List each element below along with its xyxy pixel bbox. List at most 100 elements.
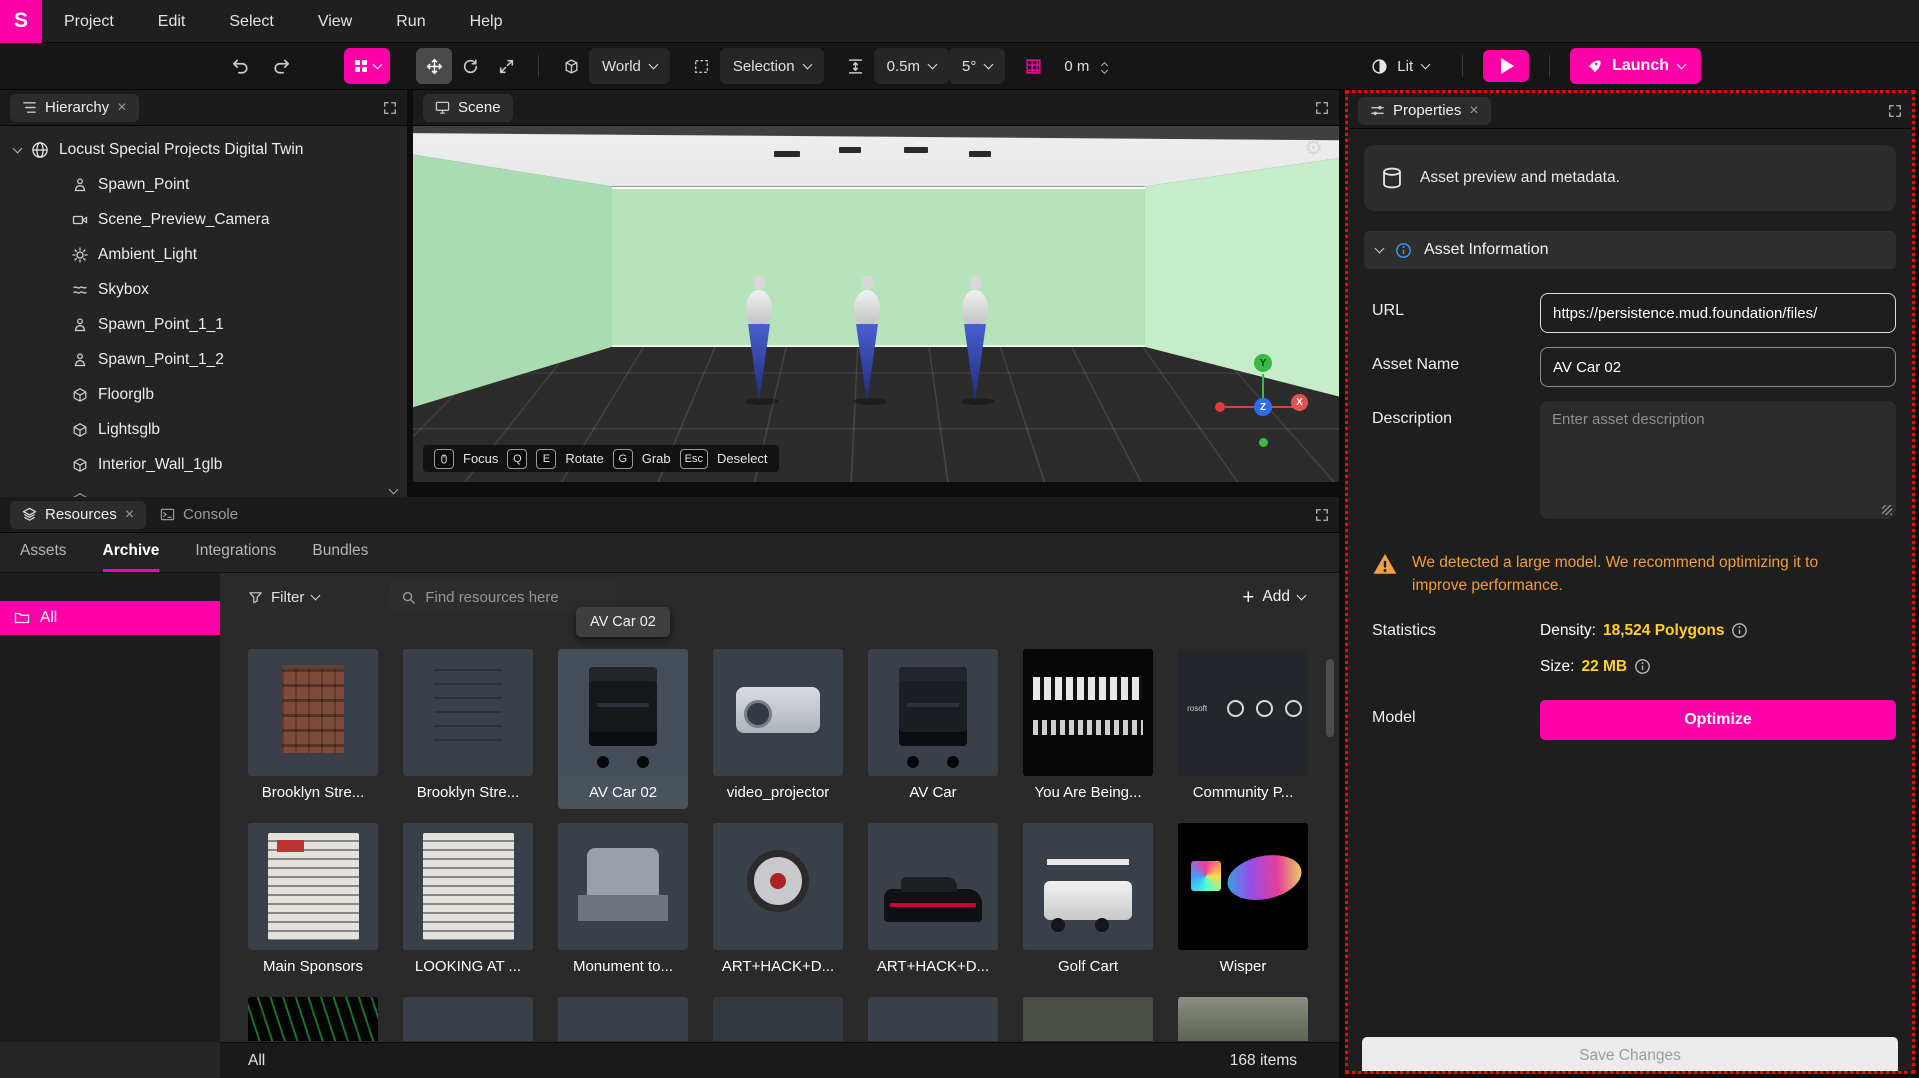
gear-icon[interactable]: ⚙	[1304, 136, 1323, 161]
selection-dropdown[interactable]: Selection	[720, 48, 824, 84]
gizmo-z-handle[interactable]: Z	[1254, 398, 1272, 416]
move-snap-dropdown[interactable]: 0.5m	[874, 48, 949, 84]
close-icon[interactable]: ×	[117, 100, 126, 116]
tree-item-partial[interactable]	[0, 482, 407, 497]
app-logo[interactable]: S	[0, 0, 42, 43]
tree-root[interactable]: Locust Special Projects Digital Twin	[0, 132, 407, 167]
lit-dropdown[interactable]: Lit	[1358, 48, 1442, 84]
asset-card[interactable]: Main Sponsors	[248, 823, 378, 983]
asset-card[interactable]: You Are Being...	[1023, 649, 1153, 809]
launch-button[interactable]: Launch	[1570, 48, 1701, 84]
menu-item-select[interactable]: Select	[207, 0, 295, 43]
description-textarea[interactable]	[1540, 401, 1896, 519]
resize-handle[interactable]	[1882, 505, 1892, 515]
menu-item-run[interactable]: Run	[374, 0, 447, 43]
expand-panel-button[interactable]	[1315, 101, 1329, 115]
asset-card[interactable]: video_projector	[713, 649, 843, 809]
gizmo-y-negative-handle[interactable]	[1259, 438, 1268, 447]
tree-item-lightsglb[interactable]: Lightsglb	[0, 412, 407, 447]
grid-snap-toggle[interactable]	[1015, 48, 1051, 84]
grid-scrollbar-thumb[interactable]	[1326, 659, 1334, 737]
chevron-down-icon	[1297, 591, 1307, 601]
asset-card[interactable]: Brooklyn Stre...	[403, 649, 533, 809]
tree-item-spawn-point-1-2[interactable]: Spawn_Point_1_2	[0, 342, 407, 377]
close-icon[interactable]: ×	[1469, 103, 1478, 119]
mesh-cube-icon	[72, 387, 88, 403]
rotate-snap-dropdown[interactable]: 5°	[949, 48, 1005, 84]
tree-item-interior-wall-1glb[interactable]: Interior_Wall_1glb	[0, 447, 407, 482]
optimize-button[interactable]: Optimize	[1540, 700, 1896, 740]
tab-console[interactable]: Console	[146, 506, 252, 523]
folder-item-all[interactable]: All	[0, 601, 220, 635]
expand-panel-button[interactable]	[1315, 508, 1329, 522]
subtab-archive[interactable]: Archive	[103, 542, 160, 572]
info-icon[interactable]	[1731, 622, 1748, 639]
menu-item-help[interactable]: Help	[448, 0, 525, 43]
move-tool-button[interactable]	[416, 48, 452, 84]
stepper-arrows[interactable]	[1102, 60, 1107, 73]
world-dropdown[interactable]: World	[589, 48, 670, 84]
play-button[interactable]	[1483, 50, 1529, 82]
tab-resources[interactable]: Resources ×	[10, 501, 146, 529]
scene-viewport[interactable]: Y Z X ⚙ Focus Q E Rotate G Grab Esc Dese…	[413, 126, 1339, 482]
tab-properties[interactable]: Properties ×	[1358, 97, 1491, 125]
gizmo-y-handle[interactable]: Y	[1254, 354, 1272, 372]
menu-item-project[interactable]: Project	[42, 0, 136, 43]
asset-card-partial[interactable]	[1023, 997, 1153, 1041]
asset-card-partial[interactable]	[713, 997, 843, 1041]
url-input[interactable]	[1540, 293, 1896, 333]
tree-item-scene-preview-camera[interactable]: Scene_Preview_Camera	[0, 202, 407, 237]
tree-item-floorglb[interactable]: Floorglb	[0, 377, 407, 412]
menu-item-view[interactable]: View	[296, 0, 374, 43]
rotate-tool-button[interactable]	[452, 48, 488, 84]
asset-card[interactable]: AV Car	[868, 649, 998, 809]
tree-item-ambient-light[interactable]: Ambient_Light	[0, 237, 407, 272]
info-icon[interactable]	[1634, 658, 1651, 675]
layers-icon	[22, 507, 37, 522]
add-button[interactable]: + Add	[1242, 587, 1305, 608]
gizmo-x-negative-handle[interactable]	[1215, 402, 1225, 412]
expand-panel-button[interactable]	[1888, 104, 1902, 118]
close-icon[interactable]: ×	[125, 507, 134, 523]
expand-panel-button[interactable]	[383, 101, 397, 115]
subtab-integrations[interactable]: Integrations	[195, 542, 276, 572]
resources-main: Filter + Add AV Car 02	[220, 573, 1339, 1042]
selection-frame-button[interactable]	[684, 48, 720, 84]
layout-grid-dropdown[interactable]	[344, 48, 390, 84]
subtab-assets[interactable]: Assets	[20, 542, 67, 572]
tree-item-spawn-point[interactable]: Spawn_Point	[0, 167, 407, 202]
asset-name-input[interactable]	[1540, 347, 1896, 387]
asset-card[interactable]: Golf Cart	[1023, 823, 1153, 983]
grid-height-stepper[interactable]: 0 m	[1051, 48, 1120, 84]
subtab-bundles[interactable]: Bundles	[312, 542, 368, 572]
tab-hierarchy[interactable]: Hierarchy ×	[10, 94, 139, 122]
asset-card-partial[interactable]	[1178, 997, 1308, 1041]
redo-button[interactable]	[264, 48, 300, 84]
transform-space-button[interactable]	[553, 48, 589, 84]
asset-card-partial[interactable]	[868, 997, 998, 1041]
tree-item-spawn-point-1-1[interactable]: Spawn_Point_1_1	[0, 307, 407, 342]
tab-scene[interactable]: Scene	[423, 94, 513, 122]
asset-card-selected[interactable]: AV Car 02	[558, 649, 688, 809]
asset-card[interactable]: Brooklyn Stre...	[248, 649, 378, 809]
section-asset-information[interactable]: Asset Information	[1364, 231, 1896, 269]
asset-card[interactable]: ART+HACK+D...	[868, 823, 998, 983]
tree-item-skybox[interactable]: Skybox	[0, 272, 407, 307]
asset-card[interactable]: rosoft Community P...	[1178, 649, 1308, 809]
asset-card-partial[interactable]	[403, 997, 533, 1041]
asset-card-partial[interactable]	[248, 997, 378, 1041]
gizmo-x-handle[interactable]: X	[1291, 394, 1308, 411]
search-input[interactable]	[425, 589, 624, 606]
asset-card[interactable]: ART+HACK+D...	[713, 823, 843, 983]
undo-button[interactable]	[222, 48, 258, 84]
filter-button[interactable]: Filter	[248, 589, 319, 606]
hierarchy-tabrow: Hierarchy ×	[0, 90, 407, 126]
asset-card[interactable]: Wisper	[1178, 823, 1308, 983]
menu-item-edit[interactable]: Edit	[136, 0, 208, 43]
asset-card[interactable]: LOOKING AT ...	[403, 823, 533, 983]
save-changes-button[interactable]: Save Changes	[1362, 1037, 1898, 1074]
asset-card-partial[interactable]	[558, 997, 688, 1041]
asset-card[interactable]: Monument to...	[558, 823, 688, 983]
scale-tool-button[interactable]	[488, 48, 524, 84]
align-height-button[interactable]	[838, 48, 874, 84]
